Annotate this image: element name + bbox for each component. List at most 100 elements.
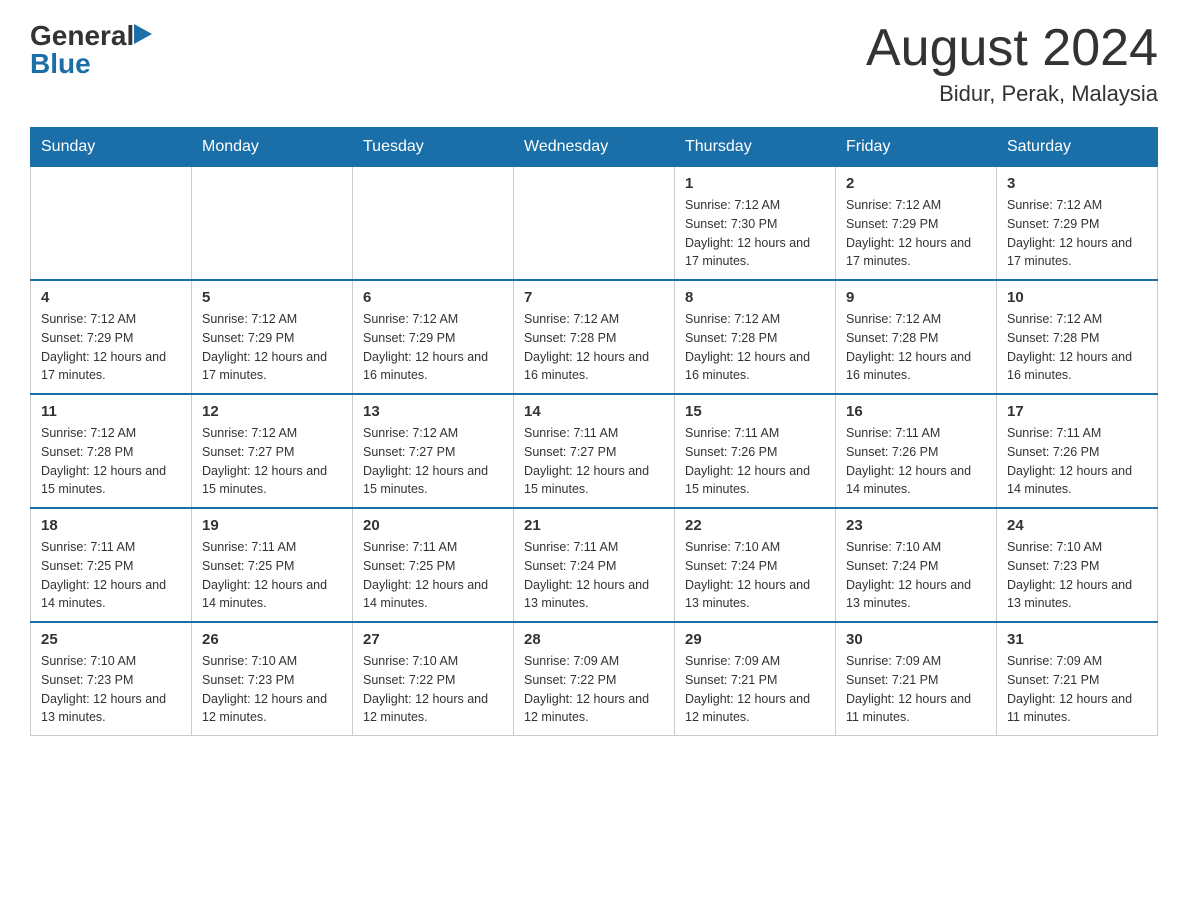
table-row: 26 Sunrise: 7:10 AMSunset: 7:23 PMDayligh… [192, 622, 353, 736]
day-info: Sunrise: 7:09 AMSunset: 7:21 PMDaylight:… [685, 652, 825, 727]
day-info: Sunrise: 7:12 AMSunset: 7:27 PMDaylight:… [363, 424, 503, 499]
day-info: Sunrise: 7:12 AMSunset: 7:29 PMDaylight:… [41, 310, 181, 385]
col-saturday: Saturday [997, 128, 1158, 167]
day-number: 11 [41, 403, 181, 420]
day-info: Sunrise: 7:09 AMSunset: 7:21 PMDaylight:… [846, 652, 986, 727]
day-info: Sunrise: 7:10 AMSunset: 7:22 PMDaylight:… [363, 652, 503, 727]
col-wednesday: Wednesday [514, 128, 675, 167]
table-row: 1Sunrise: 7:12 AMSunset: 7:30 PMDaylight… [675, 167, 836, 281]
page-subtitle: Bidur, Perak, Malaysia [866, 81, 1158, 107]
table-row: 10 Sunrise: 7:12 AMSunset: 7:28 PMDayligh… [997, 280, 1158, 394]
day-number: 24 [1007, 517, 1147, 534]
table-row: 3 Sunrise: 7:12 AMSunset: 7:29 PMDaylight… [997, 167, 1158, 281]
logo-blue-text: Blue [30, 48, 152, 80]
calendar-week-row: 25 Sunrise: 7:10 AMSunset: 7:23 PMDayligh… [31, 622, 1158, 736]
day-number: 26 [202, 631, 342, 648]
day-info: Sunrise: 7:11 AMSunset: 7:24 PMDaylight:… [524, 538, 664, 613]
day-number: 22 [685, 517, 825, 534]
table-row: 19Sunrise: 7:11 AMSunset: 7:25 PMDayligh… [192, 508, 353, 622]
table-row: 18 Sunrise: 7:11 AMSunset: 7:25 PMDayligh… [31, 508, 192, 622]
table-row: 24 Sunrise: 7:10 AMSunset: 7:23 PMDayligh… [997, 508, 1158, 622]
page-header: General Blue August 2024 Bidur, Perak, M… [30, 20, 1158, 107]
day-number: 31 [1007, 631, 1147, 648]
table-row: 11Sunrise: 7:12 AMSunset: 7:28 PMDayligh… [31, 394, 192, 508]
day-number: 6 [363, 289, 503, 306]
day-number: 25 [41, 631, 181, 648]
calendar-table: Sunday Monday Tuesday Wednesday Thursday… [30, 127, 1158, 736]
title-block: August 2024 Bidur, Perak, Malaysia [866, 20, 1158, 107]
calendar-week-row: 4 Sunrise: 7:12 AMSunset: 7:29 PMDaylight… [31, 280, 1158, 394]
day-number: 12 [202, 403, 342, 420]
table-row: 4 Sunrise: 7:12 AMSunset: 7:29 PMDaylight… [31, 280, 192, 394]
day-info: Sunrise: 7:11 AMSunset: 7:25 PMDaylight:… [41, 538, 181, 613]
page-title: August 2024 [866, 20, 1158, 77]
day-info: Sunrise: 7:12 AMSunset: 7:28 PMDaylight:… [524, 310, 664, 385]
day-info: Sunrise: 7:10 AMSunset: 7:24 PMDaylight:… [846, 538, 986, 613]
day-number: 30 [846, 631, 986, 648]
day-number: 28 [524, 631, 664, 648]
day-number: 27 [363, 631, 503, 648]
logo-triangle-icon [134, 24, 152, 44]
day-number: 13 [363, 403, 503, 420]
table-row: 8 Sunrise: 7:12 AMSunset: 7:28 PMDaylight… [675, 280, 836, 394]
day-info: Sunrise: 7:12 AMSunset: 7:29 PMDaylight:… [846, 196, 986, 271]
table-row: 12 Sunrise: 7:12 AMSunset: 7:27 PMDayligh… [192, 394, 353, 508]
day-number: 20 [363, 517, 503, 534]
table-row: 6 Sunrise: 7:12 AMSunset: 7:29 PMDaylight… [353, 280, 514, 394]
day-number: 9 [846, 289, 986, 306]
day-number: 16 [846, 403, 986, 420]
day-info: Sunrise: 7:10 AMSunset: 7:23 PMDaylight:… [1007, 538, 1147, 613]
calendar-week-row: 18 Sunrise: 7:11 AMSunset: 7:25 PMDayligh… [31, 508, 1158, 622]
table-row: 28Sunrise: 7:09 AMSunset: 7:22 PMDayligh… [514, 622, 675, 736]
col-sunday: Sunday [31, 128, 192, 167]
table-row [192, 167, 353, 281]
table-row: 13 Sunrise: 7:12 AMSunset: 7:27 PMDayligh… [353, 394, 514, 508]
day-info: Sunrise: 7:12 AMSunset: 7:30 PMDaylight:… [685, 196, 825, 271]
day-info: Sunrise: 7:12 AMSunset: 7:28 PMDaylight:… [1007, 310, 1147, 385]
table-row: 23 Sunrise: 7:10 AMSunset: 7:24 PMDayligh… [836, 508, 997, 622]
day-number: 23 [846, 517, 986, 534]
table-row: 7 Sunrise: 7:12 AMSunset: 7:28 PMDaylight… [514, 280, 675, 394]
day-number: 21 [524, 517, 664, 534]
day-info: Sunrise: 7:11 AMSunset: 7:26 PMDaylight:… [846, 424, 986, 499]
table-row: 30 Sunrise: 7:09 AMSunset: 7:21 PMDayligh… [836, 622, 997, 736]
table-row: 29 Sunrise: 7:09 AMSunset: 7:21 PMDayligh… [675, 622, 836, 736]
table-row: 27 Sunrise: 7:10 AMSunset: 7:22 PMDayligh… [353, 622, 514, 736]
day-number: 3 [1007, 175, 1147, 192]
day-number: 14 [524, 403, 664, 420]
day-number: 2 [846, 175, 986, 192]
table-row: 17Sunrise: 7:11 AMSunset: 7:26 PMDayligh… [997, 394, 1158, 508]
day-info: Sunrise: 7:10 AMSunset: 7:23 PMDaylight:… [202, 652, 342, 727]
day-info: Sunrise: 7:12 AMSunset: 7:29 PMDaylight:… [1007, 196, 1147, 271]
day-info: Sunrise: 7:12 AMSunset: 7:27 PMDaylight:… [202, 424, 342, 499]
table-row: 14 Sunrise: 7:11 AMSunset: 7:27 PMDayligh… [514, 394, 675, 508]
day-info: Sunrise: 7:12 AMSunset: 7:29 PMDaylight:… [202, 310, 342, 385]
table-row: 25 Sunrise: 7:10 AMSunset: 7:23 PMDayligh… [31, 622, 192, 736]
day-info: Sunrise: 7:11 AMSunset: 7:25 PMDaylight:… [363, 538, 503, 613]
day-number: 19 [202, 517, 342, 534]
col-thursday: Thursday [675, 128, 836, 167]
table-row: 22Sunrise: 7:10 AMSunset: 7:24 PMDayligh… [675, 508, 836, 622]
col-friday: Friday [836, 128, 997, 167]
day-info: Sunrise: 7:11 AMSunset: 7:26 PMDaylight:… [685, 424, 825, 499]
day-info: Sunrise: 7:12 AMSunset: 7:29 PMDaylight:… [363, 310, 503, 385]
calendar-week-row: 11Sunrise: 7:12 AMSunset: 7:28 PMDayligh… [31, 394, 1158, 508]
day-number: 8 [685, 289, 825, 306]
day-number: 29 [685, 631, 825, 648]
table-row: 15Sunrise: 7:11 AMSunset: 7:26 PMDayligh… [675, 394, 836, 508]
table-row [514, 167, 675, 281]
day-info: Sunrise: 7:11 AMSunset: 7:27 PMDaylight:… [524, 424, 664, 499]
calendar-week-row: 1Sunrise: 7:12 AMSunset: 7:30 PMDaylight… [31, 167, 1158, 281]
day-number: 4 [41, 289, 181, 306]
day-info: Sunrise: 7:09 AMSunset: 7:21 PMDaylight:… [1007, 652, 1147, 727]
day-number: 18 [41, 517, 181, 534]
day-info: Sunrise: 7:10 AMSunset: 7:23 PMDaylight:… [41, 652, 181, 727]
table-row: 16 Sunrise: 7:11 AMSunset: 7:26 PMDayligh… [836, 394, 997, 508]
day-number: 10 [1007, 289, 1147, 306]
day-info: Sunrise: 7:12 AMSunset: 7:28 PMDaylight:… [685, 310, 825, 385]
day-number: 5 [202, 289, 342, 306]
day-number: 7 [524, 289, 664, 306]
day-number: 17 [1007, 403, 1147, 420]
table-row: 2 Sunrise: 7:12 AMSunset: 7:29 PMDaylight… [836, 167, 997, 281]
table-row: 9Sunrise: 7:12 AMSunset: 7:28 PMDaylight… [836, 280, 997, 394]
